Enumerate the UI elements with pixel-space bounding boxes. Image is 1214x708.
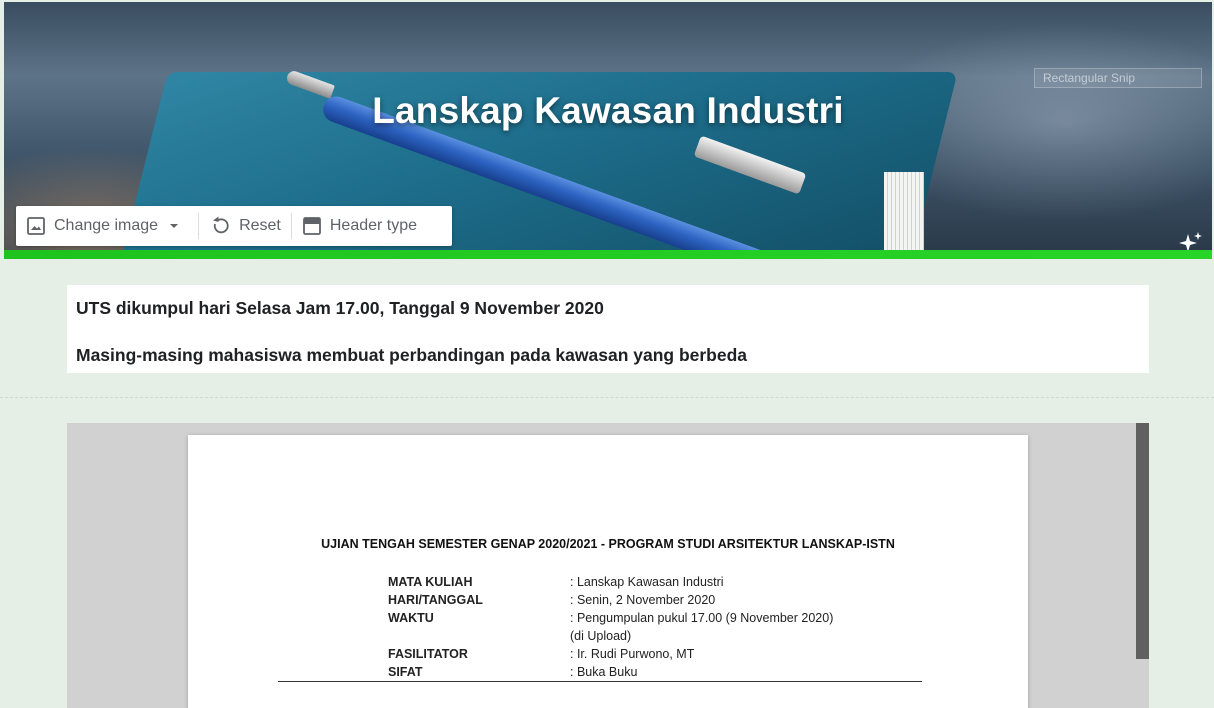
info-key: SIFAT [388, 665, 423, 679]
header-type-icon [302, 217, 321, 235]
info-key: MATA KULIAH [388, 575, 473, 589]
info-key: WAKTU [388, 611, 434, 625]
banner-notebook-pages [884, 172, 924, 250]
description-line-2: Masing-masing mahasiswa membuat perbandi… [76, 345, 748, 365]
reset-button[interactable]: Reset [199, 206, 291, 246]
info-key: FASILITATOR [388, 647, 468, 661]
info-value: : Lanskap Kawasan Industri [570, 575, 724, 589]
document-page: UJIAN TENGAH SEMESTER GENAP 2020/2021 - … [188, 435, 1028, 708]
document-preview[interactable]: UJIAN TENGAH SEMESTER GENAP 2020/2021 - … [67, 423, 1149, 708]
info-key: HARI/TANGGAL [388, 593, 483, 607]
snip-label: Rectangular Snip [1034, 68, 1202, 88]
info-value: (di Upload) [570, 629, 632, 643]
header-type-label: Header type [329, 217, 418, 234]
section-divider [0, 397, 1214, 398]
header-image-toolbar: Change image Reset Header type [16, 206, 452, 246]
image-icon [27, 217, 45, 235]
document-heading: UJIAN TENGAH SEMESTER GENAP 2020/2021 - … [321, 537, 895, 551]
form-description-card[interactable]: UTS dikumpul hari Selasa Jam 17.00, Tang… [67, 285, 1149, 373]
theme-accent-bar [4, 250, 1212, 259]
info-value: : Pengumpulan pukul 17.00 (9 November 20… [570, 611, 834, 625]
info-value: : Buka Buku [570, 665, 638, 679]
change-image-label: Change image [54, 217, 159, 234]
header-type-button[interactable]: Header type [292, 206, 427, 246]
info-value: : Senin, 2 November 2020 [570, 593, 716, 607]
document-rule [278, 681, 922, 682]
form-title: Lanskap Kawasan Industri [372, 90, 844, 131]
dropdown-arrow-icon [170, 224, 179, 228]
description-line-1: UTS dikumpul hari Selasa Jam 17.00, Tang… [76, 298, 604, 318]
reset-label: Reset [239, 217, 281, 234]
reset-icon [213, 216, 229, 234]
info-value: : Ir. Rudi Purwono, MT [570, 647, 695, 661]
change-image-button[interactable]: Change image [16, 206, 198, 246]
document-scrollbar[interactable] [1136, 423, 1149, 659]
